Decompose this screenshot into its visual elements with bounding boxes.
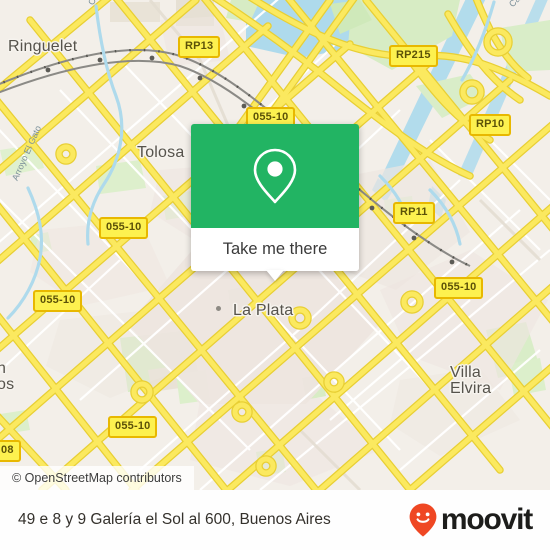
map-screenshot: Ringuelet Tolosa La Plata Villa Elvira n os Ca… (0, 0, 550, 550)
osm-attribution[interactable]: © OpenStreetMap contributors (0, 466, 194, 490)
osm-attribution-text: © OpenStreetMap contributors (12, 471, 182, 485)
moovit-wordmark: moovit (440, 503, 533, 536)
popup-icon-area (191, 124, 359, 228)
popup-pointer (266, 270, 284, 281)
road-shield: 08 (0, 440, 21, 462)
take-me-there-button[interactable]: Take me there (191, 228, 359, 271)
footer-bar: 49 e 8 y 9 Galería el Sol al 600, Buenos… (0, 490, 550, 550)
moovit-brand[interactable]: moovit (408, 502, 533, 538)
take-me-there-label: Take me there (222, 240, 328, 258)
location-popup-card[interactable]: Take me there (191, 124, 359, 281)
map-pin-icon (253, 148, 297, 204)
road-shield: 055-10 (33, 290, 83, 312)
address-label: 49 e 8 y 9 Galería el Sol al 600, Buenos… (18, 511, 331, 528)
road-shield: RP11 (393, 202, 435, 224)
road-shield: RP215 (389, 45, 438, 67)
road-shield: RP10 (469, 114, 512, 136)
moovit-pin-smile-icon (409, 503, 437, 537)
road-shield: 055-10 (108, 416, 158, 438)
road-shield: RP13 (178, 36, 221, 58)
road-shield: 055-10 (99, 217, 149, 239)
map-canvas[interactable]: Ringuelet Tolosa La Plata Villa Elvira n os Ca… (0, 0, 550, 490)
road-shield: 055-10 (434, 277, 484, 299)
